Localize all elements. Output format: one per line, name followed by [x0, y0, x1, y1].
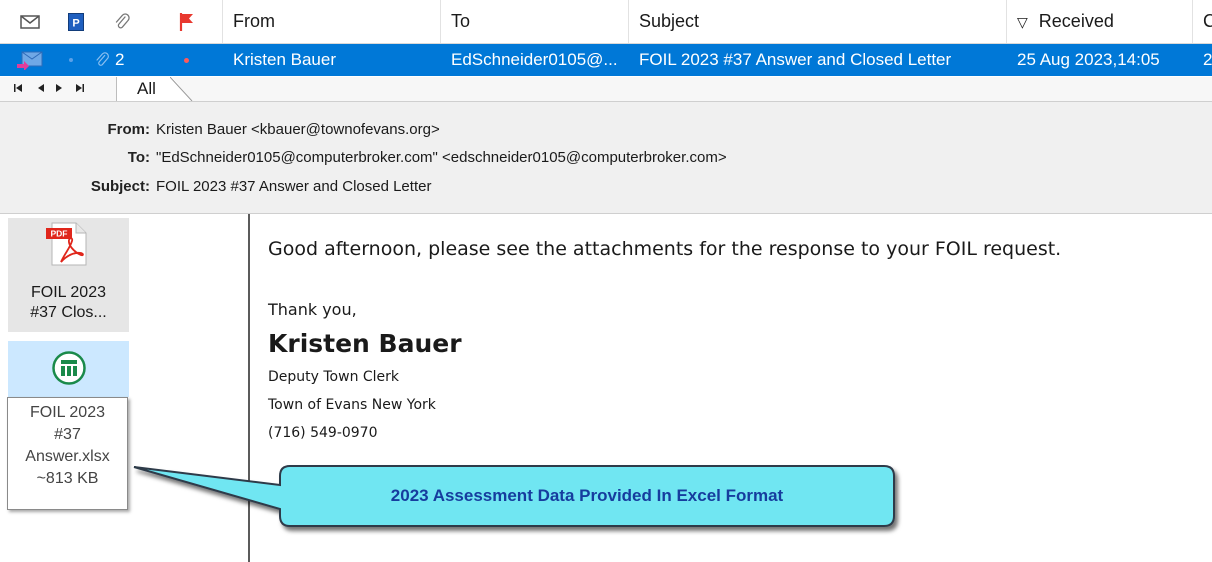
callout-text: 2023 Assessment Data Provided In Excel F… — [390, 486, 784, 505]
